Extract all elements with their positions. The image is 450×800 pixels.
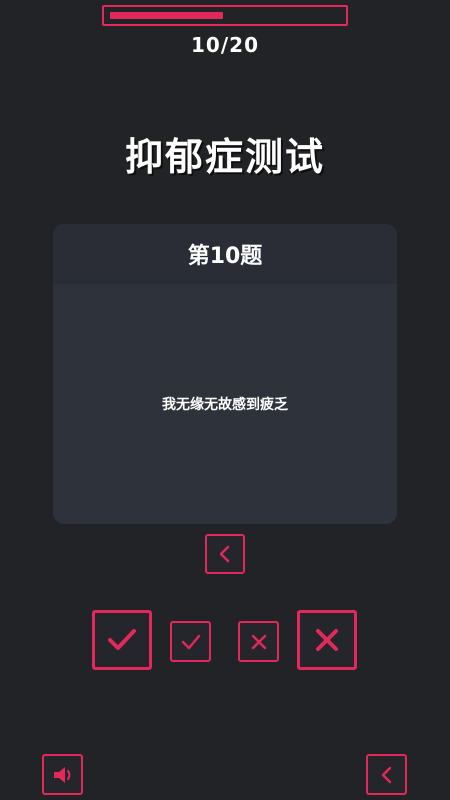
- question-number: 第10题: [53, 224, 397, 284]
- x-icon: [251, 634, 266, 649]
- check-icon: [181, 634, 200, 649]
- strong-agree-button[interactable]: [92, 610, 152, 670]
- progress-counter: 10/20: [191, 33, 259, 57]
- progress-bar: [102, 5, 348, 26]
- page-title: 抑郁症测试: [124, 135, 325, 179]
- back-button[interactable]: [366, 754, 407, 795]
- chevron-left-icon: [219, 545, 230, 563]
- strong-disagree-button[interactable]: [297, 610, 357, 670]
- sound-button[interactable]: [42, 754, 83, 795]
- chevron-left-icon: [381, 766, 391, 783]
- disagree-button[interactable]: [238, 621, 279, 662]
- agree-button[interactable]: [170, 621, 211, 662]
- question-text: 我无缘无故感到疲乏: [162, 397, 288, 413]
- progress-bar-fill: [110, 12, 223, 19]
- question-card: 第10题 我无缘无故感到疲乏: [53, 224, 397, 524]
- previous-question-button[interactable]: [205, 534, 245, 574]
- x-icon: [316, 629, 338, 651]
- check-icon: [108, 629, 136, 650]
- speaker-icon: [53, 766, 70, 783]
- screen: 10/20 抑郁症测试 第10题 我无缘无故感到疲乏: [0, 0, 450, 800]
